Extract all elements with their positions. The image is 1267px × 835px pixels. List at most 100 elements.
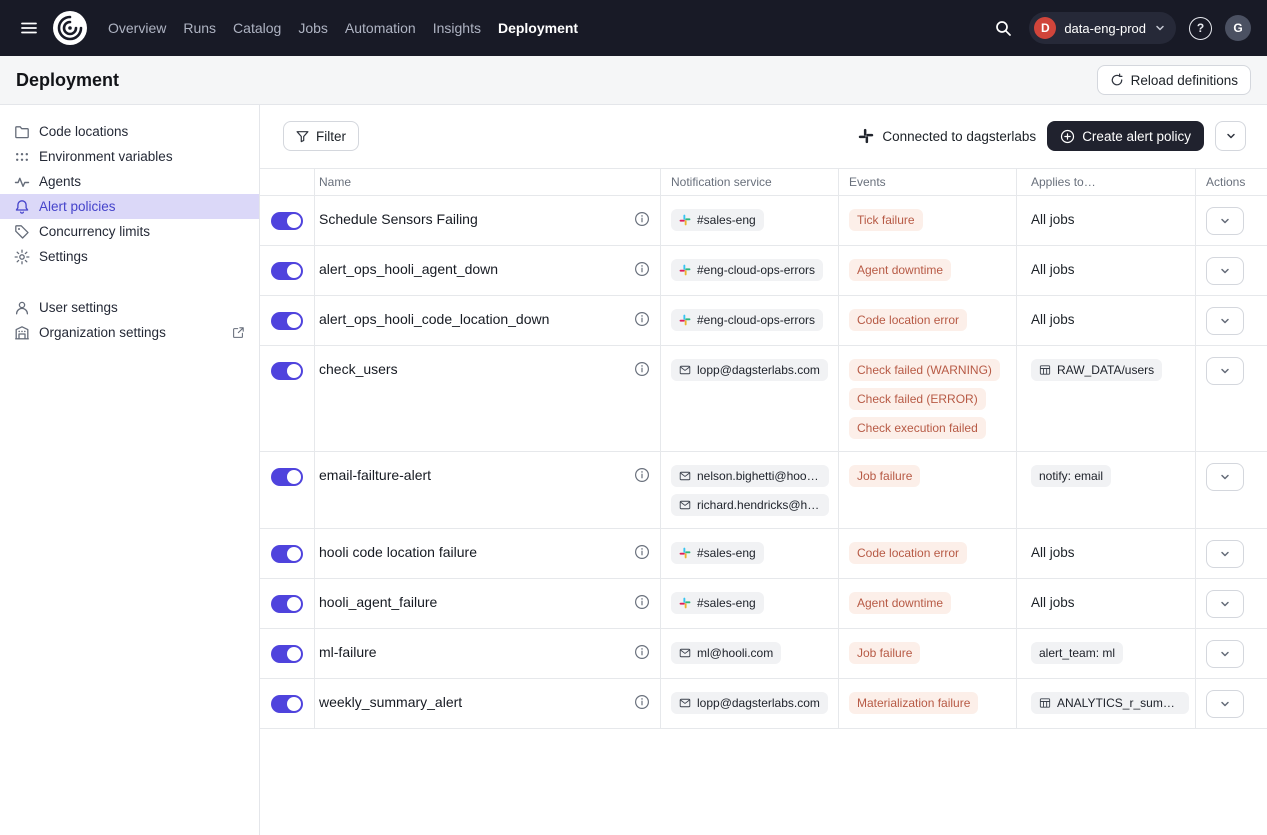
policy-enabled-toggle[interactable] (271, 545, 303, 563)
info-icon[interactable] (634, 694, 650, 710)
nav-item-jobs[interactable]: Jobs (298, 20, 328, 36)
row-actions-button[interactable] (1206, 257, 1244, 285)
event-chip: Agent downtime (849, 592, 951, 614)
sidebar-item-alert-policies[interactable]: Alert policies (0, 194, 259, 219)
policy-name: Schedule Sensors Failing (319, 211, 478, 227)
app-window: Overview Runs Catalog Jobs Automation Insight… (0, 0, 1267, 835)
event-label: Check failed (ERROR) (857, 392, 978, 406)
table-row: alert_ops_hooli_code_location_down#eng-c… (260, 296, 1267, 346)
policy-enabled-toggle[interactable] (271, 695, 303, 713)
applies-to-text: All jobs (1031, 209, 1075, 227)
info-icon[interactable] (634, 311, 650, 327)
info-icon[interactable] (634, 211, 650, 227)
user-avatar[interactable]: G (1225, 15, 1251, 41)
info-icon[interactable] (634, 261, 650, 277)
row-actions-button[interactable] (1206, 307, 1244, 335)
bell-icon (14, 199, 30, 215)
row-actions-button[interactable] (1206, 357, 1244, 385)
hamburger-icon (20, 19, 38, 37)
notification-chip: nelson.bighetti@hooli.co… (671, 465, 829, 487)
policy-enabled-toggle[interactable] (271, 468, 303, 486)
info-icon[interactable] (634, 361, 650, 377)
email-icon (679, 470, 691, 482)
chevron-down-icon (1219, 365, 1231, 377)
row-actions-button[interactable] (1206, 540, 1244, 568)
row-actions-button[interactable] (1206, 640, 1244, 668)
nav-item-automation[interactable]: Automation (345, 20, 416, 36)
policy-name: alert_ops_hooli_agent_down (319, 261, 498, 277)
help-button[interactable]: ? (1189, 17, 1212, 40)
row-actions-button[interactable] (1206, 690, 1244, 718)
search-icon (994, 19, 1012, 37)
sidebar-item-user-settings[interactable]: User settings (0, 295, 259, 320)
hamburger-menu-button[interactable] (16, 15, 42, 41)
notification-label: ml@hooli.com (697, 646, 773, 660)
sidebar-item-environment-variables[interactable]: Environment variables (0, 144, 259, 169)
email-icon (679, 364, 691, 376)
info-icon[interactable] (634, 467, 650, 483)
sidebar-item-settings[interactable]: Settings (0, 244, 259, 269)
applies-to-label: RAW_DATA/users (1057, 363, 1154, 377)
row-actions-button[interactable] (1206, 590, 1244, 618)
nav-item-catalog[interactable]: Catalog (233, 20, 281, 36)
help-icon: ? (1197, 21, 1204, 35)
policy-enabled-toggle[interactable] (271, 362, 303, 380)
folder-icon (14, 124, 30, 140)
alert-policies-table: NameNotification serviceEventsApplies to… (260, 168, 1267, 729)
notification-label: #sales-eng (697, 546, 756, 560)
sidebar-item-organization-settings[interactable]: Organization settings (0, 320, 259, 345)
info-icon[interactable] (634, 544, 650, 560)
policy-enabled-toggle[interactable] (271, 595, 303, 613)
nav-item-runs[interactable]: Runs (183, 20, 216, 36)
sidebar-item-agents[interactable]: Agents (0, 169, 259, 194)
deployment-switcher[interactable]: D data-eng-prod (1029, 12, 1176, 44)
toggle-knob (287, 697, 301, 711)
policy-enabled-toggle[interactable] (271, 312, 303, 330)
table-row: ml-failureml@hooli.comJob failurealert_t… (260, 629, 1267, 679)
toggle-knob (287, 364, 301, 378)
policy-enabled-toggle[interactable] (271, 212, 303, 230)
notification-chip: #sales-eng (671, 542, 764, 564)
slack-icon (679, 597, 691, 609)
create-alert-policy-button[interactable]: Create alert policy (1047, 121, 1204, 151)
reload-icon (1110, 73, 1124, 87)
policy-name: hooli_agent_failure (319, 594, 437, 610)
notification-chip: richard.hendricks@hooli… (671, 494, 829, 516)
chevron-down-icon (1219, 648, 1231, 660)
search-button[interactable] (990, 15, 1016, 41)
sidebar-main-group: Code locations Environment variables Agent… (0, 119, 259, 269)
event-label: Check failed (WARNING) (857, 363, 992, 377)
dagster-logo[interactable] (52, 10, 88, 46)
notification-chip: lopp@dagsterlabs.com (671, 359, 828, 381)
chevron-down-icon (1225, 130, 1237, 142)
sidebar-item-label: Code locations (39, 124, 128, 139)
nav-item-insights[interactable]: Insights (433, 20, 481, 36)
event-label: Code location error (857, 546, 959, 560)
table-row: weekly_summary_alertlopp@dagsterlabs.com… (260, 679, 1267, 729)
policy-enabled-toggle[interactable] (271, 645, 303, 663)
event-label: Check execution failed (857, 421, 978, 435)
policy-enabled-toggle[interactable] (271, 262, 303, 280)
more-actions-button[interactable] (1215, 121, 1246, 151)
sidebar-item-label: Environment variables (39, 149, 173, 164)
row-actions-button[interactable] (1206, 207, 1244, 235)
nav-item-deployment[interactable]: Deployment (498, 20, 578, 36)
gear-icon (14, 249, 30, 265)
table-icon (1039, 697, 1051, 709)
sidebar-item-concurrency-limits[interactable]: Concurrency limits (0, 219, 259, 244)
applies-to-text: All jobs (1031, 309, 1075, 327)
info-icon[interactable] (634, 644, 650, 660)
notification-chip: #sales-eng (671, 209, 764, 231)
row-actions-button[interactable] (1206, 463, 1244, 491)
tag-icon (14, 224, 30, 240)
sidebar-item-code-locations[interactable]: Code locations (0, 119, 259, 144)
policy-name: email-failture-alert (319, 467, 431, 483)
toggle-knob (287, 647, 301, 661)
applies-to-label: alert_team: ml (1039, 646, 1115, 660)
nav-item-overview[interactable]: Overview (108, 20, 166, 36)
filter-button[interactable]: Filter (283, 121, 359, 151)
reload-definitions-button[interactable]: Reload definitions (1097, 65, 1251, 95)
info-icon[interactable] (634, 594, 650, 610)
event-chip: Check failed (ERROR) (849, 388, 986, 410)
applies-to-chip: alert_team: ml (1031, 642, 1123, 664)
